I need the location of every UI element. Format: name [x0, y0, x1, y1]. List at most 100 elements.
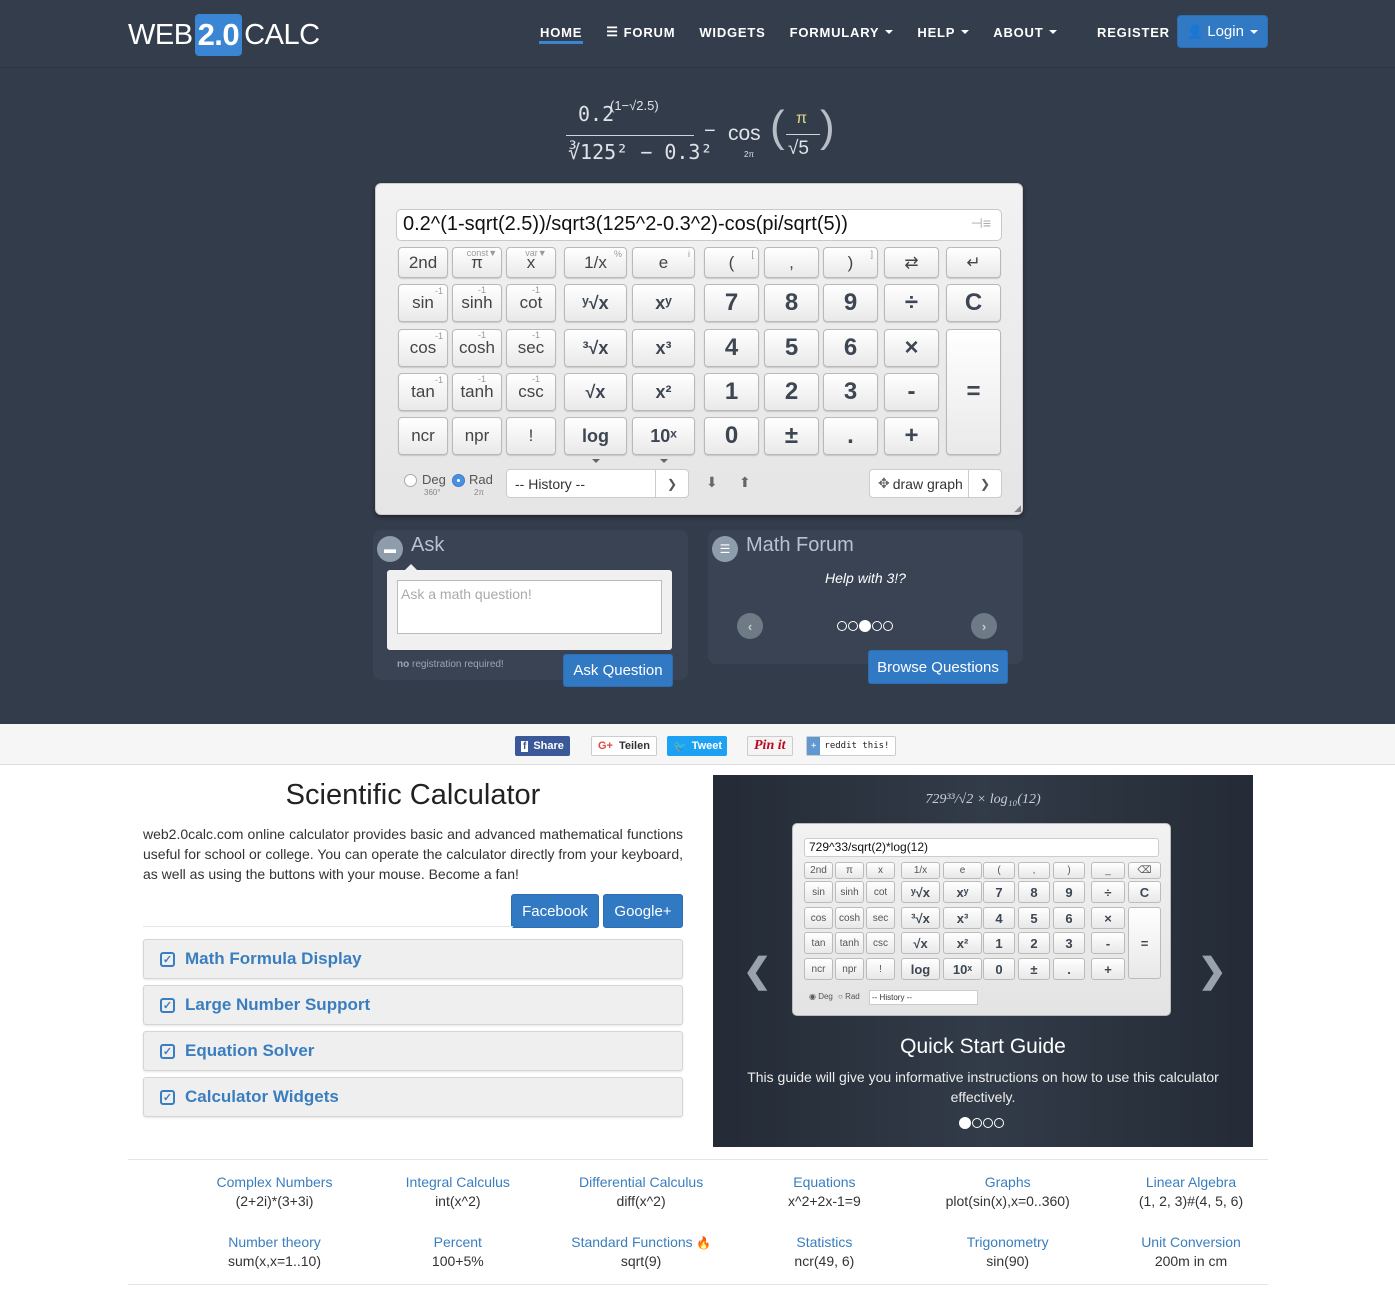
- example-link[interactable]: Equations x^2+2x-1=9: [733, 1174, 916, 1209]
- calc-key[interactable]: x var▼: [506, 247, 556, 278]
- forum-prev-button[interactable]: ‹: [737, 613, 763, 639]
- calc-key[interactable]: sinh -1: [452, 284, 502, 322]
- calc-key[interactable]: -: [884, 373, 939, 411]
- ask-question-textarea[interactable]: Ask a math question!: [397, 580, 662, 634]
- calc-key[interactable]: ×: [884, 329, 939, 367]
- calc-key[interactable]: sin -1: [398, 284, 448, 322]
- calc-key[interactable]: ⇄: [884, 247, 939, 278]
- key-equals[interactable]: =: [946, 329, 1001, 455]
- calc-key[interactable]: .: [823, 417, 878, 455]
- format-icon[interactable]: ⊣≡: [971, 215, 991, 232]
- example-link[interactable]: Number theory sum(x,x=1..10): [183, 1234, 366, 1269]
- carousel-dot[interactable]: [837, 621, 847, 631]
- nav-help[interactable]: HELP: [917, 24, 970, 40]
- carousel-prev-chevron-icon[interactable]: ❮: [743, 951, 772, 991]
- feature-large-number-support[interactable]: ✓ Large Number Support: [143, 985, 683, 1025]
- calc-key[interactable]: npr: [452, 417, 502, 455]
- calc-key[interactable]: x²: [632, 373, 695, 411]
- feature-equation-solver[interactable]: ✓ Equation Solver: [143, 1031, 683, 1071]
- nav-home[interactable]: HOME: [538, 24, 584, 44]
- carousel-dot[interactable]: [994, 1118, 1004, 1128]
- calc-key[interactable]: !: [506, 417, 556, 455]
- calc-key[interactable]: ([: [704, 247, 759, 278]
- carousel-next-chevron-icon[interactable]: ❯: [1198, 951, 1227, 991]
- calc-key[interactable]: 2: [764, 373, 819, 411]
- calc-key[interactable]: ei: [632, 247, 695, 278]
- forum-question-link[interactable]: Help with 3!?: [708, 570, 1023, 586]
- calc-key[interactable]: cot -1: [506, 284, 556, 322]
- carousel-dot[interactable]: [883, 621, 893, 631]
- feature-math-formula-display[interactable]: ✓ Math Formula Display: [143, 939, 683, 979]
- login-button[interactable]: 👤 Login: [1177, 15, 1268, 48]
- calc-key[interactable]: tanh -1: [452, 373, 502, 411]
- example-link[interactable]: Statistics ncr(49, 6): [733, 1234, 916, 1269]
- calc-key[interactable]: 1: [704, 373, 759, 411]
- calc-key[interactable]: C: [946, 284, 1001, 322]
- calc-key[interactable]: 9: [823, 284, 878, 322]
- calc-key[interactable]: 7: [704, 284, 759, 322]
- calc-key[interactable]: x³: [632, 329, 695, 367]
- history-down-arrow-icon[interactable]: ⬇: [706, 474, 718, 491]
- calc-key[interactable]: )]: [823, 247, 878, 278]
- calc-key[interactable]: +: [884, 417, 939, 455]
- calc-key[interactable]: 10ˣ: [632, 417, 695, 455]
- deg-radio[interactable]: [404, 474, 417, 487]
- caret-down-icon[interactable]: [659, 459, 668, 463]
- google-share-button[interactable]: G+ Teilen: [591, 736, 657, 756]
- example-link[interactable]: Trigonometry sin(90): [916, 1234, 1099, 1269]
- calc-key[interactable]: csc -1: [506, 373, 556, 411]
- google-plus-fan-button[interactable]: Google+: [603, 894, 683, 928]
- draw-graph-select[interactable]: ✥ draw graph ❯: [869, 469, 1002, 498]
- example-link[interactable]: Graphs plot(sin(x),x=0..360): [916, 1174, 1099, 1209]
- nav-about[interactable]: ABOUT: [993, 24, 1058, 40]
- calc-key[interactable]: π const▼: [452, 247, 502, 278]
- example-link[interactable]: Integral Calculus int(x^2): [366, 1174, 549, 1209]
- calc-key[interactable]: ,: [764, 247, 819, 278]
- calc-key[interactable]: cosh -1: [452, 329, 502, 367]
- calc-key[interactable]: cos -1: [398, 329, 448, 367]
- example-link[interactable]: Unit Conversion 200m in cm: [1100, 1234, 1283, 1269]
- calc-key[interactable]: 5: [764, 329, 819, 367]
- rad-radio[interactable]: [452, 474, 465, 487]
- calc-key[interactable]: ÷: [884, 284, 939, 322]
- calculator-input[interactable]: 0.2^(1-sqrt(2.5))/sqrt3(125^2-0.3^2)-cos…: [396, 209, 1002, 241]
- example-link[interactable]: Standard Functions 🔥 sqrt(9): [550, 1234, 733, 1269]
- calc-key[interactable]: ³√x: [564, 329, 627, 367]
- calc-key[interactable]: ncr: [398, 417, 448, 455]
- register-link[interactable]: REGISTER: [1097, 25, 1170, 40]
- reddit-button[interactable]: + reddit this!: [806, 736, 897, 756]
- tweet-button[interactable]: 🐦 Tweet: [667, 736, 727, 756]
- carousel-dot[interactable]: [848, 621, 858, 631]
- feature-calculator-widgets[interactable]: ✓ Calculator Widgets: [143, 1077, 683, 1117]
- example-link[interactable]: Complex Numbers (2+2i)*(3+3i): [183, 1174, 366, 1209]
- calc-key[interactable]: 2nd: [398, 247, 448, 278]
- carousel-dot[interactable]: [983, 1118, 993, 1128]
- calc-key[interactable]: ↵: [946, 247, 1001, 278]
- carousel-dot[interactable]: [959, 1117, 971, 1129]
- calc-key[interactable]: log: [564, 417, 627, 455]
- example-link[interactable]: Percent 100+5%: [366, 1234, 549, 1269]
- resize-handle-icon[interactable]: ◢: [1014, 503, 1021, 514]
- calc-key[interactable]: √x: [564, 373, 627, 411]
- calc-key[interactable]: 1/x%: [564, 247, 627, 278]
- calc-key[interactable]: 3: [823, 373, 878, 411]
- logo[interactable]: WEB 2.0 CALC: [128, 14, 320, 56]
- calc-key[interactable]: 0: [704, 417, 759, 455]
- calc-key[interactable]: 6: [823, 329, 878, 367]
- calc-key[interactable]: ʸ√x: [564, 284, 627, 322]
- facebook-share-button[interactable]: f Share: [515, 736, 570, 756]
- browse-questions-button[interactable]: Browse Questions: [868, 650, 1008, 684]
- caret-down-icon[interactable]: [591, 459, 600, 463]
- calc-key[interactable]: tan -1: [398, 373, 448, 411]
- calc-key[interactable]: sec -1: [506, 329, 556, 367]
- history-up-arrow-icon[interactable]: ⬆: [739, 474, 751, 491]
- facebook-fan-button[interactable]: Facebook: [511, 894, 599, 928]
- example-link[interactable]: Differential Calculus diff(x^2): [550, 1174, 733, 1209]
- nav-formulary[interactable]: FORMULARY: [790, 24, 894, 40]
- history-select[interactable]: -- History -- ❯: [506, 469, 689, 498]
- carousel-dot[interactable]: [859, 620, 871, 632]
- carousel-dot[interactable]: [972, 1118, 982, 1128]
- nav-widgets[interactable]: WIDGETS: [699, 24, 765, 40]
- calc-key[interactable]: 4: [704, 329, 759, 367]
- pinterest-button[interactable]: Pin it: [747, 736, 793, 756]
